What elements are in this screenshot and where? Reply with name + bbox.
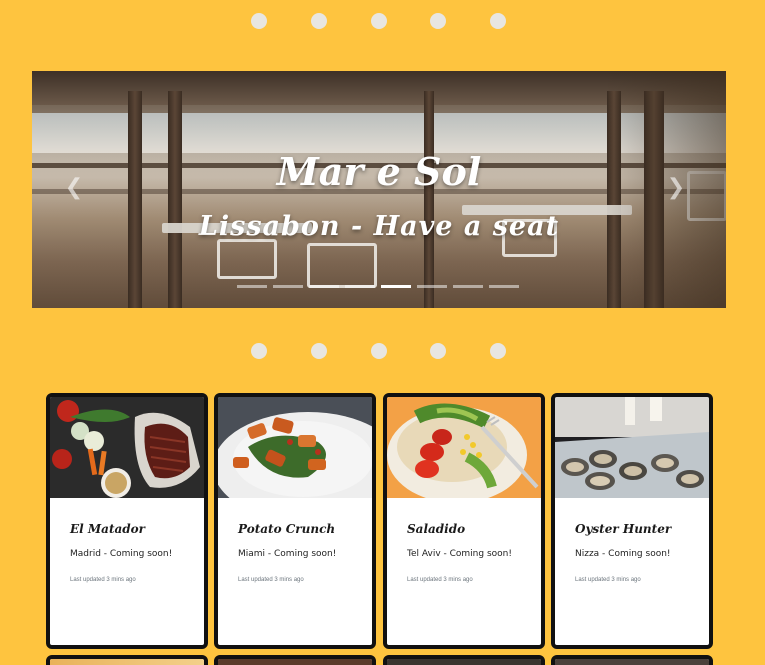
dot (490, 13, 506, 29)
decorative-dots-bottom (0, 341, 765, 361)
carousel-indicator[interactable] (309, 285, 339, 288)
oyster-platter-photo (555, 397, 709, 498)
dot (251, 13, 267, 29)
dot (371, 13, 387, 29)
wooden-post (168, 91, 182, 308)
card-photo (50, 659, 204, 665)
wooden-post (128, 91, 142, 308)
card-title: Oyster Hunter (575, 522, 672, 536)
dot (311, 343, 327, 359)
carousel-indicator[interactable] (489, 285, 519, 288)
card-title: Potato Crunch (238, 522, 336, 536)
dot (251, 343, 267, 359)
restaurant-card-next-row[interactable] (551, 655, 713, 665)
decorative-dots-top (0, 11, 765, 31)
dot (490, 343, 506, 359)
hero-carousel: Mar e Sol Lissabon - Have a seat ❮ ❯ (32, 71, 726, 308)
card-updated: Last updated 3 mins ago (575, 577, 641, 583)
restaurant-card-next-row[interactable] (46, 655, 208, 665)
dot (430, 13, 446, 29)
card-updated: Last updated 3 mins ago (70, 577, 136, 583)
carousel-indicator[interactable] (453, 285, 483, 288)
crispy-salad-photo (218, 397, 372, 498)
carousel-title: Mar e Sol (276, 149, 482, 194)
carousel-indicator[interactable] (417, 285, 447, 288)
card-title: El Matador (70, 522, 145, 536)
card-text: Miami - Coming soon! (238, 549, 337, 559)
carousel-indicator[interactable] (345, 285, 375, 288)
chair (217, 239, 277, 279)
steak-vegetables-photo (50, 397, 204, 498)
card-photo (387, 659, 541, 665)
carousel-indicator[interactable] (237, 285, 267, 288)
carousel-indicator[interactable] (273, 285, 303, 288)
card-text: Madrid - Coming soon! (70, 549, 173, 559)
restaurant-card[interactable]: Oyster Hunter Nizza - Coming soon! Last … (551, 393, 713, 649)
card-updated: Last updated 3 mins ago (407, 577, 473, 583)
chevron-right-icon[interactable]: ❯ (666, 175, 686, 205)
card-updated: Last updated 3 mins ago (238, 577, 304, 583)
card-photo (555, 659, 709, 665)
wooden-post (424, 91, 434, 308)
restaurant-card[interactable]: Saladido Tel Aviv - Coming soon! Last up… (383, 393, 545, 649)
avocado-tomato-salad-photo (387, 397, 541, 498)
restaurant-card[interactable]: El Matador Madrid - Coming soon! Last up… (46, 393, 208, 649)
card-text: Tel Aviv - Coming soon! (407, 549, 512, 559)
restaurant-card[interactable]: Potato Crunch Miami - Coming soon! Last … (214, 393, 376, 649)
carousel-indicator-active[interactable] (381, 285, 411, 288)
chair (307, 243, 377, 288)
dot (311, 13, 327, 29)
card-photo (218, 659, 372, 665)
restaurant-card-next-row[interactable] (383, 655, 545, 665)
dot (430, 343, 446, 359)
restaurant-card-next-row[interactable] (214, 655, 376, 665)
dot (371, 343, 387, 359)
chevron-left-icon[interactable]: ❮ (64, 175, 84, 205)
card-text: Nizza - Coming soon! (575, 549, 671, 559)
card-title: Saladido (407, 522, 466, 536)
carousel-subtitle: Lissabon - Have a seat (198, 211, 560, 242)
